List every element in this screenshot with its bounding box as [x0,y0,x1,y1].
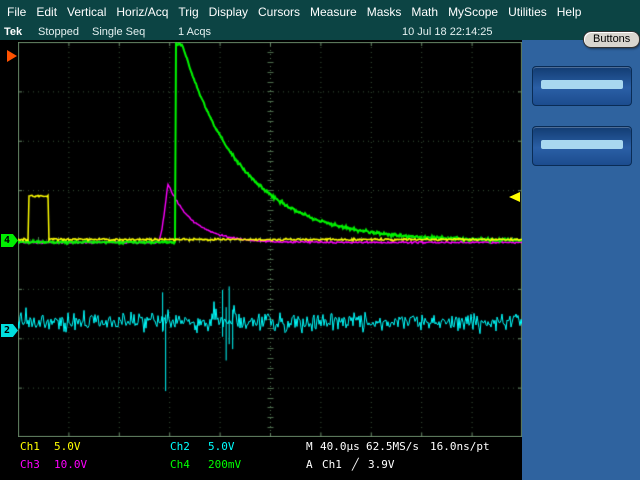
readout-area: Ch1 5.0V Ch3 10.0V Ch2 5.0V Ch4 200mV M … [0,437,522,480]
ch4-scale: 200mV [208,458,242,471]
menu-item-cursors[interactable]: Cursors [253,1,305,23]
horiz-resolution: 16.0ns/pt [430,440,490,453]
acquisition-mode: Single Seq [92,26,146,38]
menu-item-vertical[interactable]: Vertical [62,1,111,23]
trigger-level-arrow[interactable] [509,192,520,202]
menu-item-myscope[interactable]: MyScope [443,1,503,23]
horiz-prefix: M [306,440,313,453]
ch2-ground-marker[interactable]: 2 [1,324,18,337]
menu-bar: File Edit Vertical Horiz/Acq Trig Displa… [0,0,640,24]
tek-logo: Tek [4,26,23,38]
waveform-display [18,42,522,437]
horiz-samplerate: 62.5MS/s [366,440,419,453]
menu-item-masks[interactable]: Masks [362,1,407,23]
ch4-label: Ch4 [170,458,190,471]
acquisition-count: 1 Acqs [178,26,212,38]
menu-item-utilities[interactable]: Utilities [503,1,552,23]
display-area: 4 2 Ch1 5.0V Ch3 10.0V Ch2 5.0V Ch4 200m… [0,40,522,480]
ch1-scale: 5.0V [54,440,81,453]
menu-item-horiz-acq[interactable]: Horiz/Acq [111,1,173,23]
ch2-scale: 5.0V [208,440,235,453]
menu-item-measure[interactable]: Measure [305,1,362,23]
oscilloscope-screen: File Edit Vertical Horiz/Acq Trig Displa… [0,0,640,480]
menu-item-edit[interactable]: Edit [31,1,62,23]
side-button-highlight [541,80,623,89]
menu-item-math[interactable]: Math [406,1,443,23]
side-panel [522,40,640,480]
side-menu-button-1[interactable] [532,66,632,106]
trigger-source: Ch1 [322,458,342,471]
menu-item-help[interactable]: Help [552,1,587,23]
ch3-label: Ch3 [20,458,40,471]
menu-item-display[interactable]: Display [204,1,253,23]
ch3-scale: 10.0V [54,458,88,471]
trigger-slope-icon: ╱ [352,458,359,471]
trigger-position-marker[interactable] [7,50,17,62]
ch1-label: Ch1 [20,440,40,453]
acquisition-state: Stopped [38,26,79,38]
menu-item-file[interactable]: File [2,1,31,23]
ch4-ground-marker[interactable]: 4 [1,234,18,247]
datetime: 10 Jul 18 22:14:25 [402,26,493,38]
buttons-button[interactable]: Buttons [583,31,640,48]
status-bar: Tek Stopped Single Seq 1 Acqs 10 Jul 18 … [0,24,640,40]
ch2-label: Ch2 [170,440,190,453]
menu-item-trig[interactable]: Trig [173,1,203,23]
trigger-level: 3.9V [368,458,395,471]
side-button-highlight [541,140,623,149]
side-menu-button-2[interactable] [532,126,632,166]
horiz-timebase: 40.0µs [320,440,360,453]
trigger-prefix: A [306,458,313,471]
